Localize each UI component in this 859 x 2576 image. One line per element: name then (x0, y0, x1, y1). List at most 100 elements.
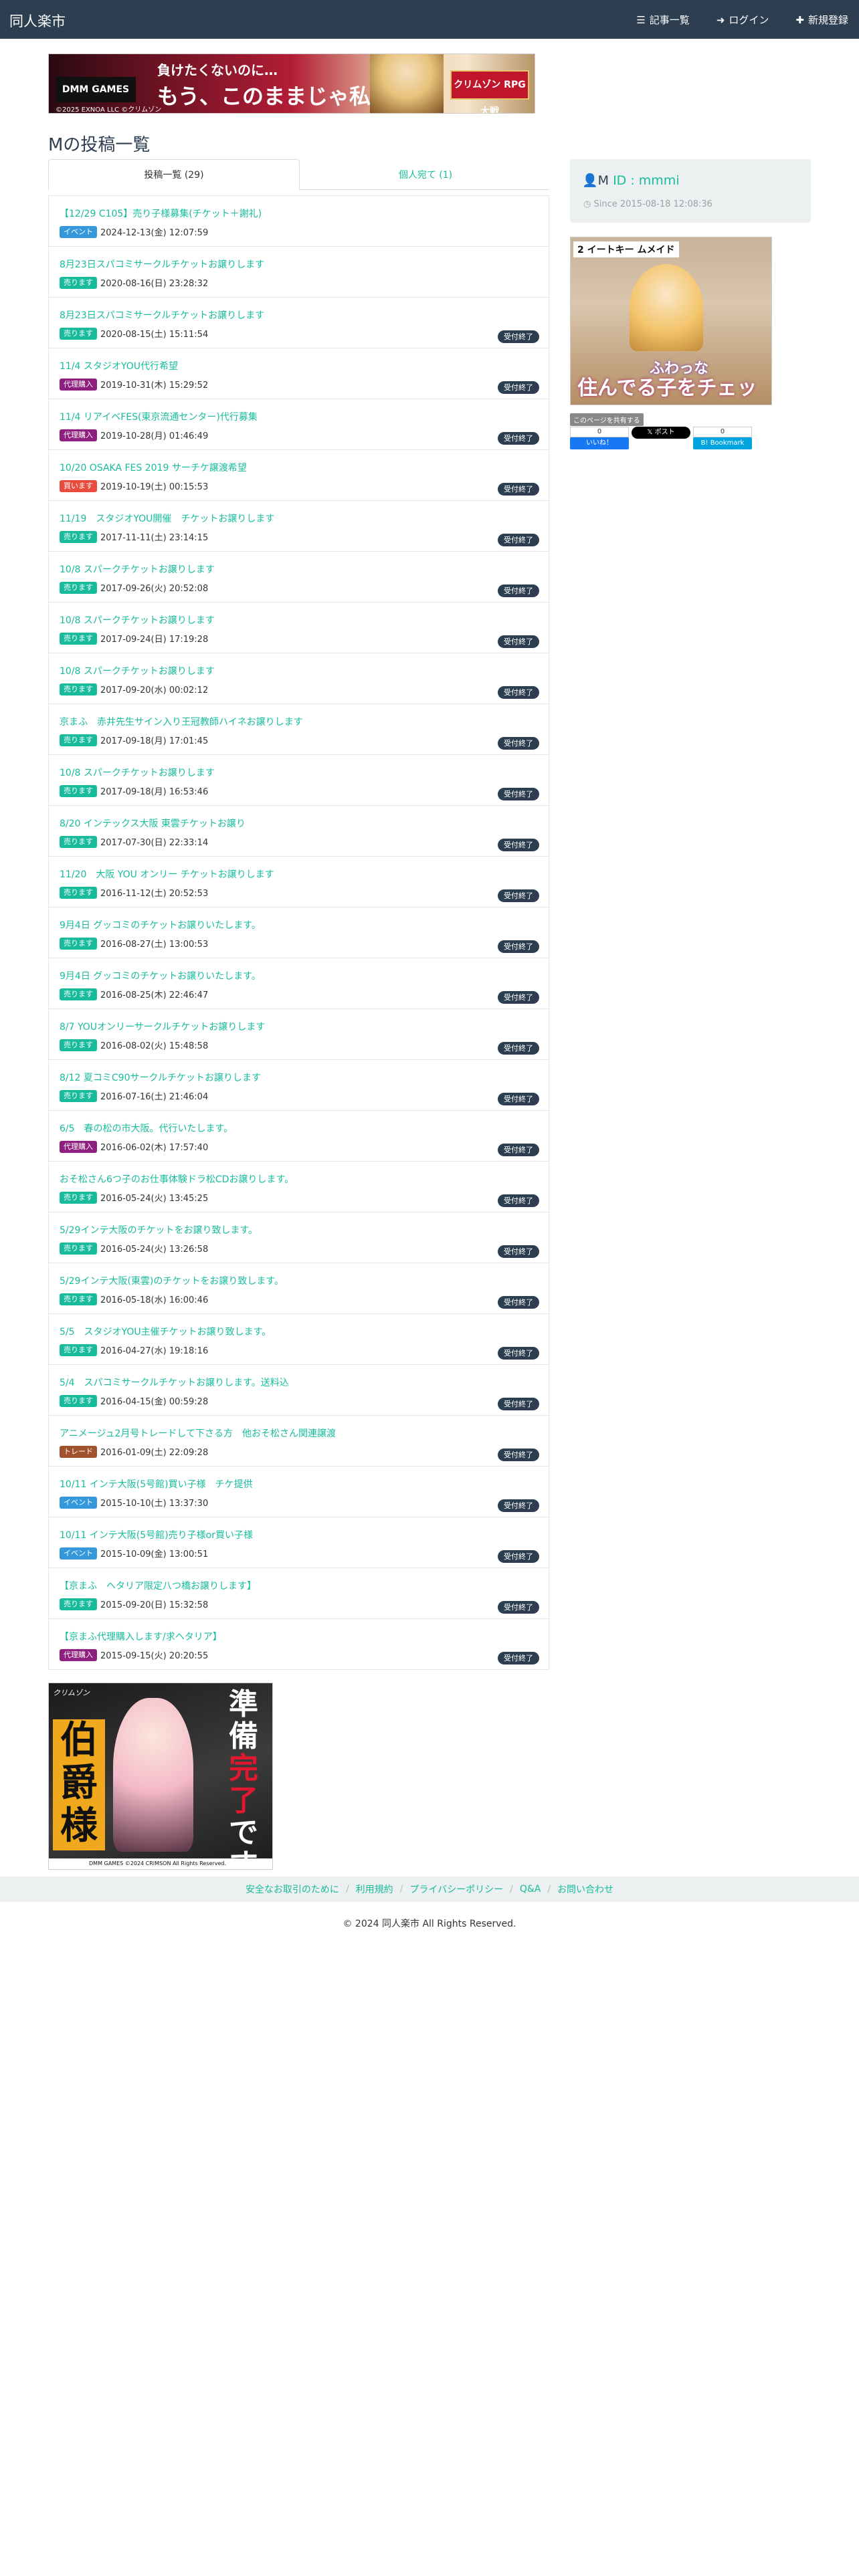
post-title-link[interactable]: 10/20 OSAKA FES 2019 サーチケ譲渡希望 (60, 461, 247, 474)
post-title-link[interactable]: 5/29インテ大阪のチケットをお譲り致します。 (60, 1223, 258, 1237)
post-title-link[interactable]: 10/8 スパークチケットお譲りします (60, 664, 215, 677)
post-date: 2020-08-16(日) 23:28:32 (100, 279, 209, 289)
side-banner-ad[interactable]: 2 イートキー ムメイド ふわっな 住んでる子をチェック！ (570, 237, 772, 405)
post-row: 【12/29 C105】売り子様募集(チケット＋謝礼) イベント 2024-12-1… (48, 196, 549, 247)
nav-articles-label: 記事一覧 (649, 14, 690, 26)
hatena-share: 0 B! Bookmark (693, 427, 752, 449)
post-row: 5/29インテ大阪のチケットをお譲り致します。 売ります 2016-05-24(火)… (48, 1212, 549, 1263)
post-meta: 代理購入 2019-10-31(木) 15:29:52 (60, 378, 208, 391)
post-title-link[interactable]: 8/12 夏コミC90サークルチケットお譲りします (60, 1071, 261, 1084)
category-tag: 売ります (60, 1293, 97, 1305)
post-title-link[interactable]: 8/20 インテックス大阪 東雲チケットお譲り (60, 817, 246, 830)
post-date: 2015-10-10(土) 13:37:30 (100, 1499, 209, 1509)
post-date: 2019-10-28(月) 01:46:49 (100, 431, 209, 441)
category-tag: 代理購入 (60, 1140, 97, 1153)
post-date: 2015-09-15(火) 20:20:55 (100, 1651, 209, 1661)
post-title-link[interactable]: 8月23日スパコミサークルチケットお譲りします (60, 257, 264, 271)
post-title-link[interactable]: 11/19 スタジオYOU開催 チケットお譲りします (60, 512, 274, 525)
post-title-link[interactable]: おそ松さん6つ子のお仕事体験ドラ松CDお譲りします。 (60, 1172, 294, 1186)
nav-register-link[interactable]: ✚ 新規登録 (795, 13, 848, 27)
post-title-link[interactable]: 10/8 スパークチケットお譲りします (60, 766, 215, 779)
post-title-link[interactable]: 8/7 YOUオンリーサークルチケットお譲りします (60, 1020, 265, 1033)
banner-copyright: ©2025 EXNOA LLC ©クリムゾン (56, 106, 162, 114)
post-title-link[interactable]: 10/11 インテ大阪(5号館)買い子様 チケ提供 (60, 1477, 253, 1491)
post-row: 10/8 スパークチケットお譲りします 売ります 2017-09-20(水) 00:… (48, 653, 549, 704)
facebook-like-button[interactable]: いいね！ (570, 437, 629, 449)
post-title-link[interactable]: 京まふ 赤井先生サイン入り王冠教師ハイネお譲りします (60, 715, 303, 728)
post-meta: 売ります 2016-05-24(火) 13:45:25 (60, 1191, 208, 1204)
hatena-bookmark-button[interactable]: B! Bookmark (693, 437, 752, 449)
post-title-link[interactable]: アニメージュ2月号トレードして下さる方 他おそ松さん関連譲渡 (60, 1426, 336, 1440)
bottom-banner-ad[interactable]: クリムゾン 伯爵様 準備 完了 です DMM GAMES ©2024 CRIMS… (48, 1683, 273, 1870)
post-title-link[interactable]: 9月4日 グッコミのチケットお譲りいたします。 (60, 918, 261, 932)
tab-personal[interactable]: 個人宛て (1) (300, 159, 551, 190)
login-icon: ➜ (716, 13, 725, 26)
post-title-link[interactable]: 11/4 リアイベFES(東京流通センター)代行募集 (60, 410, 258, 423)
post-title-link[interactable]: 【京まふ代理購入します/求ヘタリア】 (60, 1630, 222, 1643)
status-badge: 受付終了 (498, 635, 539, 648)
status-badge: 受付終了 (498, 1550, 539, 1563)
tab-posts[interactable]: 投稿一覧 (29) (48, 159, 300, 190)
post-row: 10/11 インテ大阪(5号館)買い子様 チケ提供 イベント 2015-10-10(… (48, 1467, 549, 1517)
footer-separator: / (547, 1884, 551, 1895)
site-brand[interactable]: 同人楽市 (9, 11, 66, 31)
banner-logo: DMM GAMES (56, 77, 136, 102)
footer-link-qa[interactable]: Q&A (520, 1884, 541, 1895)
post-title-link[interactable]: 5/29インテ大阪(東雲)のチケットをお譲り致します。 (60, 1274, 284, 1287)
nav-articles-link[interactable]: ☰ 記事一覧 (636, 13, 689, 27)
profile-since: ◷ Since 2015-08-18 12:08:36 (583, 199, 712, 209)
post-row: 8月23日スパコミサークルチケットお譲りします 売ります 2020-08-16(日)… (48, 247, 549, 298)
post-row: 9月4日 グッコミのチケットお譲りいたします。 売ります 2016-08-27(土)… (48, 907, 549, 958)
footer-link-privacy[interactable]: プライバシーポリシー (409, 1883, 503, 1896)
post-meta: 売ります 2020-08-16(日) 23:28:32 (60, 276, 208, 289)
post-row: 11/4 リアイベFES(東京流通センター)代行募集 代理購入 2019-10-28… (48, 399, 549, 450)
post-date: 2017-09-24(日) 17:19:28 (100, 635, 209, 645)
category-tag: 売ります (60, 1089, 97, 1102)
post-meta: 売ります 2016-05-24(火) 13:26:58 (60, 1242, 208, 1255)
bottom-ad-title: 伯爵様 (53, 1719, 105, 1850)
post-title-link[interactable]: 10/8 スパークチケットお譲りします (60, 613, 215, 627)
clock-icon: ◷ (583, 199, 591, 209)
category-tag: トレード (60, 1445, 97, 1458)
status-badge: 受付終了 (498, 737, 539, 750)
post-title-link[interactable]: 5/4 スパコミサークルチケットお譲りします。送料込 (60, 1376, 289, 1389)
status-badge: 受付終了 (498, 1347, 539, 1360)
post-title-link[interactable]: 【12/29 C105】売り子様募集(チケット＋謝礼) (60, 207, 262, 220)
bottom-ad-character-image (113, 1698, 193, 1852)
post-title-link[interactable]: 10/11 インテ大阪(5号館)売り子様or買い子様 (60, 1528, 253, 1541)
profile-name-line: 👤 M ID : mmmi (582, 173, 680, 189)
copyright: © 2024 同人楽市 All Rights Reserved. (343, 1919, 516, 1929)
top-banner-ad[interactable]: DMM GAMES ©2025 EXNOA LLC ©クリムゾン 負けたくないの… (48, 53, 535, 114)
post-title-link[interactable]: 11/4 スタジオYOU代行希望 (60, 359, 178, 372)
nav-login-link[interactable]: ➜ ログイン (717, 13, 769, 27)
post-title-link[interactable]: 11/20 大阪 YOU オンリー チケットお譲りします (60, 867, 274, 881)
post-meta: 売ります 2017-09-18(月) 16:53:46 (60, 784, 208, 797)
post-title-link[interactable]: 8月23日スパコミサークルチケットお譲りします (60, 308, 264, 322)
post-row: 8/7 YOUオンリーサークルチケットお譲りします 売ります 2016-08-02(… (48, 1009, 549, 1060)
category-tag: 代理購入 (60, 429, 97, 441)
status-badge: 受付終了 (498, 1601, 539, 1614)
footer-link-terms[interactable]: 利用規約 (356, 1883, 393, 1896)
banner-game-badge: クリムゾン RPG 大戦 (450, 70, 529, 113)
footer-link-safety[interactable]: 安全なお取引のために (246, 1883, 339, 1896)
status-badge: 受付終了 (498, 1245, 539, 1258)
post-date: 2017-11-11(土) 23:14:15 (100, 533, 209, 543)
post-title-link[interactable]: 5/5 スタジオYOU主催チケットお譲り致します。 (60, 1325, 271, 1338)
post-date: 2019-10-31(木) 15:29:52 (100, 381, 209, 391)
page-title: Mの投稿一覧 (48, 135, 151, 155)
x-post-button[interactable]: 𝕏 ポスト (632, 427, 690, 439)
status-badge: 受付終了 (498, 432, 539, 445)
share-buttons: 0 いいね！ 𝕏 ポスト 0 B! Bookmark (570, 427, 752, 449)
status-badge: 受付終了 (498, 686, 539, 699)
post-title-link[interactable]: 【京まふ ヘタリア限定八つ橋お譲りします】 (60, 1579, 256, 1592)
nav-register-label: 新規登録 (807, 14, 848, 26)
footer-link-contact[interactable]: お問い合わせ (557, 1883, 613, 1896)
post-row: 8/20 インテックス大阪 東雲チケットお譲り 売ります 2017-07-30(日)… (48, 806, 549, 857)
post-meta: トレード 2016-01-09(土) 22:09:28 (60, 1445, 208, 1458)
post-list: 【12/29 C105】売り子様募集(チケット＋謝礼) イベント 2024-12-1… (48, 195, 549, 1670)
status-badge: 受付終了 (498, 534, 539, 546)
post-title-link[interactable]: 6/5 春の松の市大阪。代行いたします。 (60, 1121, 233, 1135)
post-row: 10/8 スパークチケットお譲りします 売ります 2017-09-18(月) 16:… (48, 755, 549, 806)
post-title-link[interactable]: 9月4日 グッコミのチケットお譲りいたします。 (60, 969, 261, 982)
post-title-link[interactable]: 10/8 スパークチケットお譲りします (60, 562, 215, 576)
